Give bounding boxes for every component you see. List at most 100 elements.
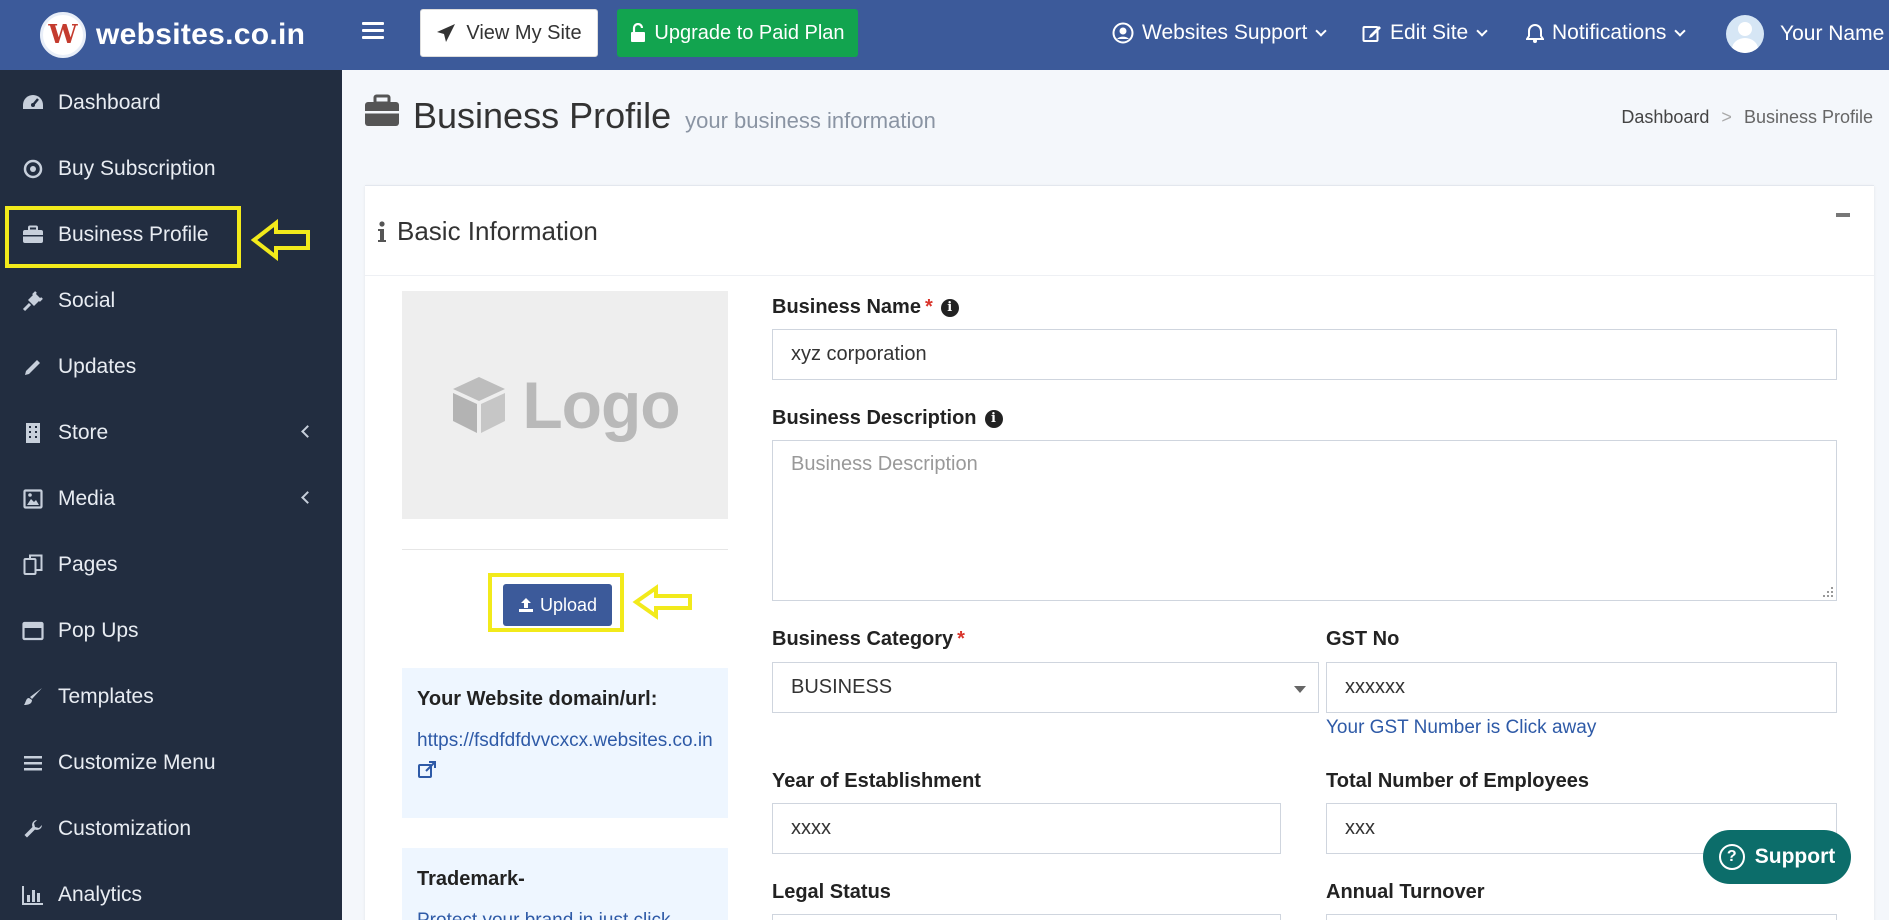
bar-chart-icon	[21, 885, 45, 905]
question-icon: ?	[1718, 844, 1745, 870]
sidebar-item-media[interactable]: Media	[0, 466, 342, 532]
brand-name: websites.co.in	[96, 18, 306, 51]
business-name-input[interactable]: xyz corporation	[772, 329, 1837, 380]
dashboard-icon	[21, 93, 45, 113]
logo-placeholder: Logo	[402, 291, 728, 519]
highlight-box	[5, 206, 241, 268]
avatar	[1726, 15, 1764, 53]
support-label: Support	[1754, 845, 1836, 868]
info-icon[interactable]: i	[940, 298, 959, 317]
business-name-label: Business Name * i	[772, 296, 959, 319]
logo-placeholder-text: Logo	[522, 368, 680, 442]
briefcase-icon	[365, 94, 399, 126]
annual-turnover-select[interactable]	[1326, 914, 1837, 920]
notifications-menu[interactable]: Notifications	[1526, 18, 1687, 48]
user-menu[interactable]: Your Name	[1726, 15, 1884, 53]
sidebar: Dashboard Buy Subscription Business Prof…	[0, 70, 342, 920]
sidebar-item-updates[interactable]: Updates	[0, 334, 342, 400]
business-description-label: Business Description i	[772, 407, 1003, 430]
trademark-title: Trademark-	[417, 868, 525, 890]
sidebar-item-dashboard[interactable]: Dashboard	[0, 70, 342, 136]
business-category-label: Business Category *	[772, 628, 965, 650]
annual-turnover-label: Annual Turnover	[1326, 881, 1485, 903]
websites-support-menu[interactable]: Websites Support	[1112, 18, 1328, 48]
notifications-label: Notifications	[1552, 21, 1667, 44]
breadcrumb-separator: >	[1721, 107, 1732, 127]
hamburger-menu-icon[interactable]	[362, 22, 384, 40]
unlock-icon	[631, 23, 646, 42]
image-icon	[21, 489, 45, 509]
sidebar-item-pop-ups[interactable]: Pop Ups	[0, 598, 342, 664]
window-icon	[21, 621, 45, 641]
bell-icon	[1526, 23, 1544, 43]
external-link-icon[interactable]	[417, 760, 437, 780]
sidebar-item-buy-subscription[interactable]: Buy Subscription	[0, 136, 342, 202]
page-title: Business Profile	[413, 95, 672, 136]
domain-title: Your Website domain/url:	[417, 688, 658, 710]
sidebar-item-label: Pages	[58, 553, 118, 576]
copy-icon	[21, 554, 45, 576]
target-icon	[21, 159, 45, 179]
sidebar-item-label: Updates	[58, 355, 137, 378]
highlight-arrow-icon	[250, 219, 310, 261]
bars-icon	[21, 754, 45, 772]
info-icon	[378, 220, 386, 242]
resize-handle-icon[interactable]	[1823, 587, 1833, 597]
domain-info-box: Your Website domain/url: https://fsdfdfd…	[402, 668, 728, 818]
sidebar-item-customization[interactable]: Customization	[0, 796, 342, 862]
basic-information-card: Basic Information Logo Upload Your Websi…	[365, 185, 1874, 920]
sidebar-item-label: Media	[58, 487, 116, 510]
websites-support-label: Websites Support	[1142, 21, 1308, 44]
brand-logo-icon: W	[40, 12, 86, 58]
chevron-down-icon	[1315, 24, 1328, 37]
sidebar-item-customize-menu[interactable]: Customize Menu	[0, 730, 342, 796]
upgrade-label: Upgrade to Paid Plan	[654, 21, 845, 44]
domain-url-link[interactable]: https://fsdfdfdvvcxcx.websites.co.in	[417, 730, 713, 752]
business-category-select[interactable]: BUSINESS	[772, 662, 1319, 713]
gst-hint-link[interactable]: Your GST Number is Click away	[1326, 717, 1596, 739]
edit-icon	[1362, 26, 1381, 42]
support-button[interactable]: ? Support	[1703, 830, 1851, 884]
card-header: Basic Information	[365, 186, 1874, 276]
user-name: Your Name	[1780, 22, 1885, 45]
sidebar-item-templates[interactable]: Templates	[0, 664, 342, 730]
highlight-arrow-icon	[632, 584, 692, 620]
sidebar-item-social[interactable]: Social	[0, 268, 342, 334]
gst-no-input[interactable]: xxxxxx	[1326, 662, 1837, 713]
required-mark: *	[957, 628, 965, 650]
chevron-left-icon	[301, 491, 314, 504]
year-of-establishment-input[interactable]: xxxx	[772, 803, 1281, 854]
user-circle-icon	[1112, 22, 1134, 44]
top-navbar: W websites.co.in View My Site Upgrade to…	[0, 0, 1889, 70]
business-description-textarea[interactable]: Business Description	[772, 440, 1837, 601]
wrench-icon	[21, 819, 45, 839]
view-my-site-button[interactable]: View My Site	[420, 9, 598, 57]
view-my-site-label: View My Site	[466, 21, 582, 44]
edit-site-menu[interactable]: Edit Site	[1362, 18, 1488, 48]
sidebar-item-label: Customization	[58, 817, 192, 840]
sidebar-item-label: Pop Ups	[58, 619, 139, 642]
gst-no-label: GST No	[1326, 628, 1400, 650]
sidebar-item-store[interactable]: Store	[0, 400, 342, 466]
trademark-link[interactable]: Protect your brand in just click	[417, 910, 670, 920]
sidebar-item-analytics[interactable]: Analytics	[0, 862, 342, 920]
upgrade-button[interactable]: Upgrade to Paid Plan	[617, 9, 858, 57]
info-icon[interactable]: i	[984, 409, 1003, 428]
page-header: Business Profile your business informati…	[363, 94, 936, 137]
edit-site-label: Edit Site	[1390, 21, 1469, 44]
highlight-box	[488, 573, 624, 632]
brand[interactable]: W websites.co.in	[40, 12, 305, 58]
pencil-icon	[21, 357, 45, 377]
total-employees-label: Total Number of Employees	[1326, 770, 1590, 792]
cube-icon	[453, 377, 506, 433]
collapse-button[interactable]	[1836, 213, 1850, 217]
sidebar-item-label: Dashboard	[58, 91, 161, 114]
legal-status-select[interactable]	[772, 914, 1281, 920]
breadcrumb-home[interactable]: Dashboard	[1621, 107, 1709, 128]
sidebar-item-label: Store	[58, 421, 109, 444]
brush-icon	[21, 687, 45, 707]
card-title-label: Basic Information	[397, 216, 598, 246]
chevron-down-icon	[1674, 24, 1687, 37]
breadcrumb: Dashboard > Business Profile	[1621, 107, 1873, 128]
sidebar-item-pages[interactable]: Pages	[0, 532, 342, 598]
